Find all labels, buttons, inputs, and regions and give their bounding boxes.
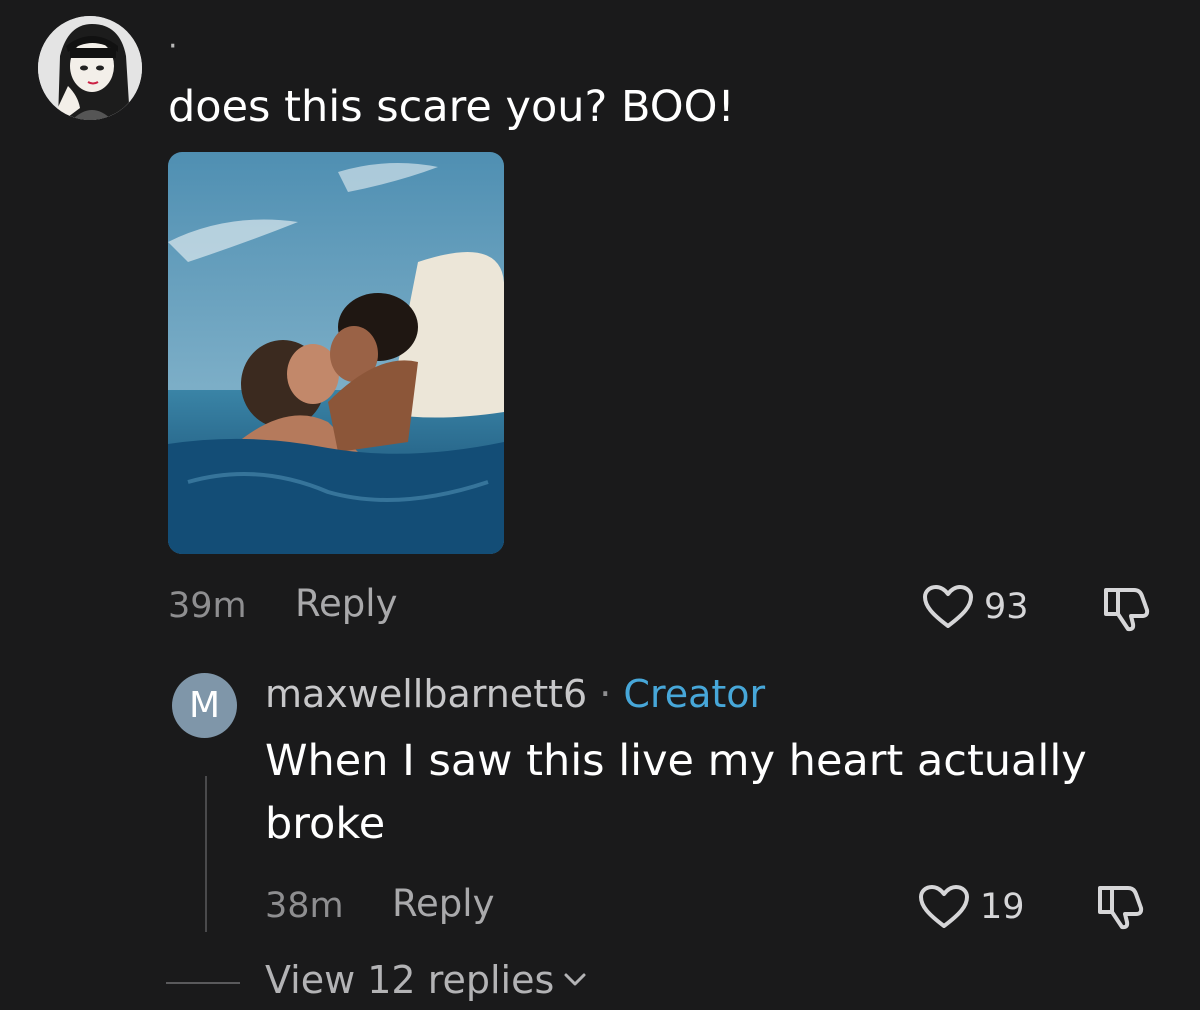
- comment-timestamp: 39m: [168, 586, 247, 626]
- heart-icon: [919, 885, 969, 928]
- view-replies-label: View 12 replies: [265, 958, 555, 1002]
- view-replies-divider: [166, 982, 240, 984]
- comment-username[interactable]: ·: [168, 32, 178, 62]
- reply-header: maxwellbarnett6 · Creator: [265, 672, 765, 716]
- reply-like-count: 19: [980, 887, 1025, 927]
- thumbs-down-icon: [1104, 588, 1150, 632]
- reply-like-button[interactable]: 19: [918, 884, 1025, 930]
- creator-badge: Creator: [623, 672, 766, 716]
- like-count: 93: [984, 587, 1029, 627]
- thumbs-down-icon: [1098, 886, 1144, 930]
- like-button[interactable]: 93: [922, 584, 1029, 630]
- comment-thread: · does this scare you? BOO! 39m Reply 93…: [0, 0, 1200, 1010]
- heart-icon: [923, 585, 973, 628]
- reply-button[interactable]: Reply: [295, 584, 397, 624]
- comment-text: does this scare you? BOO!: [168, 82, 735, 132]
- reply-avatar[interactable]: M: [172, 673, 237, 738]
- reply-reply-button[interactable]: Reply: [392, 884, 494, 924]
- view-replies-button[interactable]: View 12 replies: [265, 958, 588, 1002]
- reply-username[interactable]: maxwellbarnett6: [265, 672, 587, 716]
- dislike-button[interactable]: [1100, 584, 1154, 636]
- avatar[interactable]: [38, 16, 142, 120]
- kiss-in-ocean-image: [168, 152, 504, 554]
- reply-dislike-button[interactable]: [1094, 882, 1148, 934]
- anime-girl-avatar-icon: [38, 16, 142, 120]
- chevron-down-icon: [564, 973, 586, 986]
- thread-line: [205, 776, 207, 932]
- reply-timestamp: 38m: [265, 886, 344, 926]
- separator-dot: ·: [587, 672, 624, 716]
- comment-photo[interactable]: [168, 152, 504, 554]
- reply-text: When I saw this live my heart actually b…: [265, 736, 1087, 849]
